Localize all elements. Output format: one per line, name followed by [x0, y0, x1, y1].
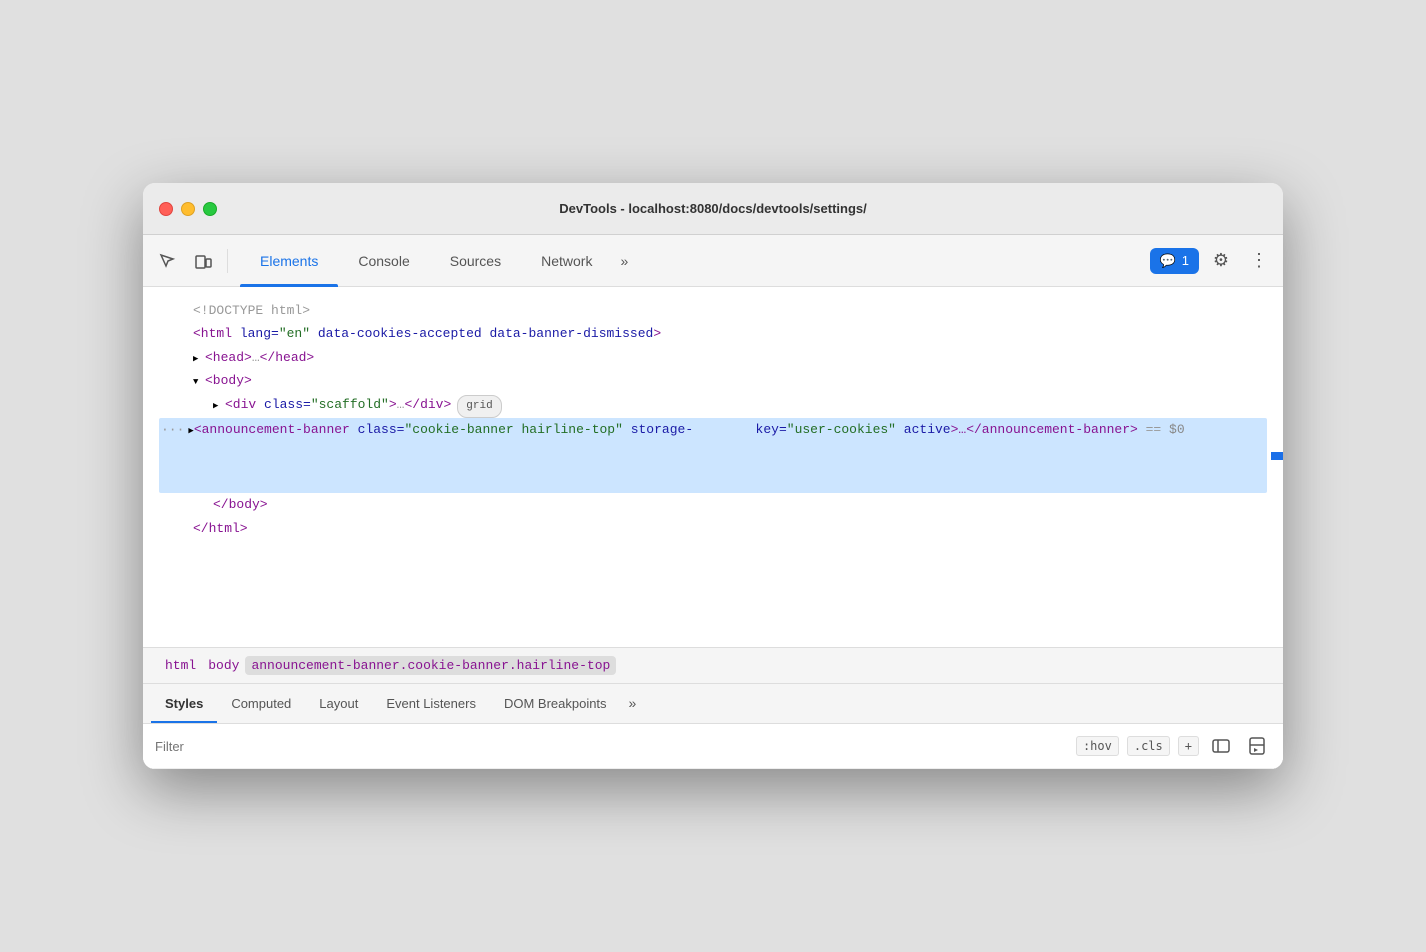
html-tag: <html [193, 322, 240, 345]
tab-network[interactable]: Network [521, 235, 612, 287]
more-bottom-tabs[interactable]: » [621, 683, 645, 723]
filter-bar: :hov .cls + [143, 724, 1283, 769]
window-title: DevTools - localhost:8080/docs/devtools/… [559, 201, 867, 216]
inspect-button[interactable] [151, 245, 183, 277]
maximize-button[interactable] [203, 202, 217, 216]
more-options-button[interactable]: ⋮ [1243, 245, 1275, 277]
filter-input[interactable] [155, 739, 1068, 754]
badge-icon: 💬 [1160, 253, 1176, 269]
dom-line-doctype: <!DOCTYPE html> [159, 299, 1267, 322]
dom-line-head[interactable]: ▶ <head>…</head> [159, 346, 1267, 369]
breadcrumb-html[interactable]: html [159, 656, 202, 675]
devtools-window: DevTools - localhost:8080/docs/devtools/… [143, 183, 1283, 769]
style-icon-1 [1211, 736, 1231, 756]
titlebar: DevTools - localhost:8080/docs/devtools/… [143, 183, 1283, 235]
html-attrs: data-cookies-accepted data-banner-dismis… [310, 322, 653, 345]
html-attr-lang-val: "en" [279, 322, 310, 345]
tab-sources[interactable]: Sources [430, 235, 521, 287]
settings-button[interactable]: ⚙ [1205, 245, 1237, 277]
toolbar-right: 💬 1 ⚙ ⋮ [1150, 245, 1275, 277]
filter-actions: :hov .cls + [1076, 732, 1271, 760]
inspect-icon [158, 252, 176, 270]
html-close-bracket: > [653, 322, 661, 345]
tab-event-listeners[interactable]: Event Listeners [372, 683, 490, 723]
badge-button[interactable]: 💬 1 [1150, 248, 1199, 274]
dom-line-html[interactable]: <html lang="en" data-cookies-accepted da… [159, 322, 1267, 345]
bottom-panel: Styles Computed Layout Event Listeners D… [143, 684, 1283, 769]
dom-line-html-close: </html> [159, 517, 1267, 540]
announcement-close-bracket: >…</announcement-banner> [951, 418, 1138, 441]
body-close-tag: </body> [213, 493, 268, 516]
scaffold-close: </div> [404, 393, 451, 416]
toolbar-tabs: Elements Console Sources Network » [240, 235, 636, 287]
tab-dom-breakpoints[interactable]: DOM Breakpoints [490, 683, 621, 723]
cls-button[interactable]: .cls [1127, 736, 1170, 756]
style-icon-2 [1247, 736, 1267, 756]
scaffold-class-attr: class= [264, 393, 311, 416]
body-tag: <body> [205, 369, 252, 392]
announcement-key-val: "user-cookies" [787, 418, 896, 441]
scaffold-triangle[interactable]: ▶ [213, 398, 225, 414]
dom-line-announcement[interactable]: ··· ▶ <announcement-banner class="cookie… [159, 418, 1267, 493]
dom-tree: <!DOCTYPE html> <html lang="en" data-coo… [143, 287, 1283, 647]
gear-icon: ⚙ [1213, 250, 1229, 271]
minimize-button[interactable] [181, 202, 195, 216]
dom-line-body-close: </body> [159, 493, 1267, 516]
announcement-dollar: $0 [1169, 418, 1185, 441]
dom-line-div-scaffold[interactable]: ▶ <div class="scaffold">…</div> grid [159, 393, 1267, 419]
selected-dots: ··· [161, 418, 184, 441]
head-ellipsis: … [252, 346, 260, 369]
breadcrumb-announcement[interactable]: announcement-banner.cookie-banner.hairli… [245, 656, 616, 675]
announcement-class-attr: class= [358, 418, 405, 441]
plus-icon: + [1185, 739, 1192, 753]
hov-button[interactable]: :hov [1076, 736, 1119, 756]
announcement-tag-open: <announcement-banner [194, 418, 358, 441]
vertical-dots-icon: ⋮ [1250, 250, 1268, 271]
head-triangle[interactable]: ▶ [193, 351, 205, 367]
head-tag: <head> [205, 346, 252, 369]
tab-styles[interactable]: Styles [151, 683, 217, 723]
more-tabs-button[interactable]: » [612, 235, 636, 287]
bottom-tabs: Styles Computed Layout Event Listeners D… [143, 684, 1283, 724]
dom-line-body-open[interactable]: ▼ <body> [159, 369, 1267, 392]
style-action-1[interactable] [1207, 732, 1235, 760]
scaffold-tag-open: <div [225, 393, 264, 416]
body-triangle[interactable]: ▼ [193, 374, 205, 390]
announcement-key-attr: key= [756, 418, 787, 441]
tab-console[interactable]: Console [338, 235, 429, 287]
selected-arrow [1193, 418, 1283, 493]
style-action-2[interactable] [1243, 732, 1271, 760]
doctype-text: <!DOCTYPE html> [193, 299, 310, 322]
device-icon [194, 252, 212, 270]
close-button[interactable] [159, 202, 173, 216]
announcement-indicator: == [1138, 418, 1169, 441]
badge-count: 1 [1182, 253, 1189, 268]
breadcrumb-bar: html body announcement-banner.cookie-ban… [143, 647, 1283, 684]
traffic-lights [159, 202, 217, 216]
html-close-tag: </html> [193, 517, 248, 540]
tab-elements[interactable]: Elements [240, 235, 338, 287]
toolbar-separator [227, 249, 228, 273]
breadcrumb-body[interactable]: body [202, 656, 245, 675]
toolbar: Elements Console Sources Network » 💬 1 ⚙ [143, 235, 1283, 287]
device-toggle-button[interactable] [187, 245, 219, 277]
announcement-storage-attr: storage- [623, 418, 693, 441]
scaffold-ellipsis: … [397, 393, 405, 416]
announcement-class-val: "cookie-banner hairline-top" [404, 418, 622, 441]
scaffold-class-val: "scaffold" [311, 393, 389, 416]
tab-layout[interactable]: Layout [305, 683, 372, 723]
add-style-button[interactable]: + [1178, 736, 1199, 756]
html-attr-lang: lang= [240, 322, 279, 345]
scaffold-bracket: > [389, 393, 397, 416]
announcement-active-attr: active [896, 418, 951, 441]
main-content: <!DOCTYPE html> <html lang="en" data-coo… [143, 287, 1283, 769]
tab-computed[interactable]: Computed [217, 683, 305, 723]
scaffold-badge: grid [457, 395, 501, 419]
head-close-tag: </head> [260, 346, 315, 369]
